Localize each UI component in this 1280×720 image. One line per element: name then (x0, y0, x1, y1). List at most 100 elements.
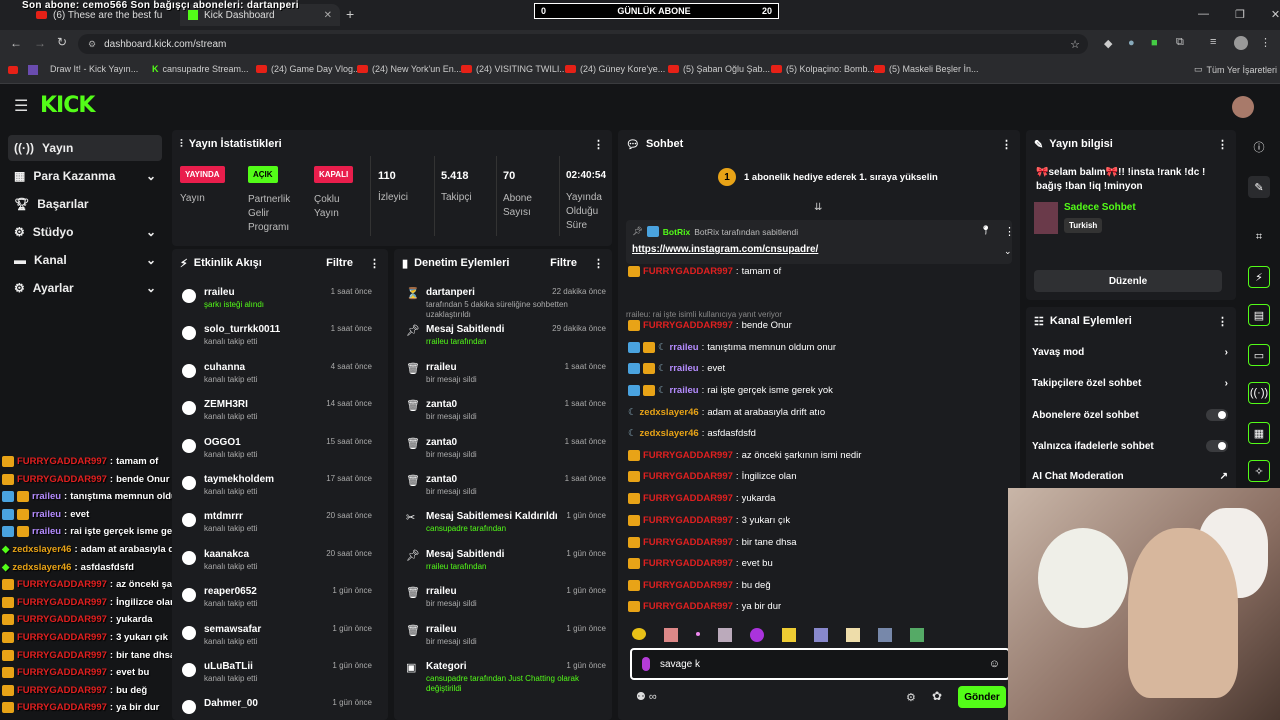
activity-item[interactable]: rraileu şarkı isteği alındı 1 saat önce (172, 283, 378, 321)
chat-username[interactable]: rraileu (670, 342, 699, 353)
moderation-item[interactable]: 🗑︎ zanta0 bir mesajı sildi 1 saat önce (394, 470, 612, 508)
moderation-item[interactable]: ✂ Mesaj Sabitlemesi Kaldırıldı cansupadre … (394, 507, 612, 545)
reload-icon[interactable]: ↻ (57, 35, 67, 49)
bookmark-item[interactable]: (24) Game Day Vlog... (256, 64, 361, 74)
emote-picker-icon[interactable]: ✿ (932, 689, 942, 703)
moderation-item[interactable]: 🗑︎ rraileu bir mesajı sildi 1 gün önce (394, 582, 612, 620)
close-tab-icon[interactable]: ✕ (324, 10, 332, 21)
grid-icon[interactable]: ▦ (1248, 422, 1270, 444)
chat-message[interactable]: FURRYGADDAR997: ya bir dur (628, 601, 781, 612)
chat-message[interactable]: FURRYGADDAR997: yukarda (628, 493, 775, 504)
crop-icon[interactable]: ⌗ (1248, 226, 1270, 248)
site-info-icon[interactable]: ⚙ (88, 39, 96, 50)
chat-input[interactable]: savage k ☺ (630, 648, 1010, 680)
subscribers-only-toggle[interactable] (1206, 409, 1228, 421)
emote-icon[interactable] (632, 628, 646, 640)
emote-icon[interactable] (814, 628, 828, 642)
moderation-item[interactable]: 🗑︎ rraileu bir mesajı sildi 1 gün önce (394, 620, 612, 658)
activity-item[interactable]: semawsafar kanalı takip etti 1 gün önce (172, 620, 378, 658)
media-icon[interactable]: ≡ (1210, 36, 1216, 48)
chat-message[interactable]: ☾ rraileu: tanıştıma memnun oldum onur (628, 342, 836, 353)
sidebar-item-para-kazanma[interactable]: ▦ Para Kazanma ⌄ (8, 163, 162, 189)
bookmark-item[interactable]: (24) Güney Kore'ye... (565, 64, 665, 74)
activity-item[interactable]: cuhanna kanalı takip etti 4 saat önce (172, 358, 378, 396)
chat-username[interactable]: FURRYGADDAR997 (643, 266, 733, 277)
chat-username[interactable]: FURRYGADDAR997 (643, 601, 733, 612)
more-icon[interactable]: ⋮ (1217, 138, 1228, 151)
chat-message[interactable]: FURRYGADDAR997: bu değ (628, 580, 771, 591)
activity-item[interactable]: reaper0652 kanalı takip etti 1 gün önce (172, 582, 378, 620)
sidebar-item-kanal[interactable]: ▬ Kanal ⌄ (8, 247, 162, 273)
chat-message[interactable]: ☾ rraileu: evet (628, 363, 725, 374)
sidebar-item-ayarlar[interactable]: ⚙ Ayarlar ⌄ (8, 275, 162, 301)
wrench-icon[interactable]: ✧ (1248, 460, 1270, 482)
moderation-item[interactable]: 🗑︎ zanta0 bir mesajı sildi 1 saat önce (394, 433, 612, 471)
chat-username[interactable]: rraileu (670, 385, 699, 396)
extension-icon-3[interactable]: ■ (1151, 37, 1158, 49)
emote-icon[interactable] (782, 628, 796, 642)
document-icon[interactable]: ▤ (1248, 304, 1270, 326)
chat-message[interactable]: ☾ zedxslayer46: adam at arabasıyla drift a… (628, 407, 825, 418)
moderation-item[interactable]: 📌︎ Mesaj Sabitlendi rraileu tarafından 29 d… (394, 320, 612, 358)
maximize-icon[interactable]: ❐ (1235, 8, 1245, 21)
channel-points-icon[interactable]: ⚉ ∞ (636, 690, 657, 703)
emote-icon[interactable] (664, 628, 678, 642)
chat-message[interactable]: FURRYGADDAR997:3 yukarı çık (628, 515, 790, 526)
chat-message[interactable]: FURRYGADDAR997: İngilizce olan (628, 471, 796, 482)
chat-username[interactable]: FURRYGADDAR997 (643, 471, 733, 482)
bookmark-item[interactable]: Kcansupadre Stream... (152, 64, 249, 74)
activity-item[interactable]: taymekholdem kanalı takip etti 17 saat önc… (172, 470, 378, 508)
chat-username[interactable]: zedxslayer46 (640, 428, 699, 439)
broadcast-icon[interactable]: ((·)) (1248, 382, 1270, 404)
hamburger-menu-icon[interactable]: ☰ (14, 96, 28, 116)
moderation-item[interactable]: ⏳ dartanperi tarafından 5 dakika süreliğin… (394, 283, 612, 321)
chat-message[interactable]: ☾ zedxslayer46: asfdasfdsfd (628, 428, 756, 439)
extensions-puzzle-icon[interactable]: ⧉ (1176, 36, 1184, 49)
chat-username[interactable]: FURRYGADDAR997 (643, 493, 733, 504)
activity-item[interactable]: mtdmrrr kanalı takip etti 20 saat önce (172, 507, 378, 545)
chat-bubble-icon[interactable]: ▭ (1248, 344, 1270, 366)
user-avatar[interactable] (1232, 96, 1254, 118)
back-icon[interactable]: ← (10, 36, 22, 50)
more-icon[interactable]: ⋮ (1001, 138, 1012, 151)
activity-item[interactable]: Dahmer_00 1 gün önce (172, 694, 378, 720)
chat-message[interactable]: FURRYGADDAR997: bende Onur (628, 320, 792, 331)
emote-icon[interactable] (750, 628, 764, 642)
more-icon[interactable]: ⋮ (1217, 315, 1228, 328)
bookmark-item[interactable]: (5) Maskeli Beşler İn... (874, 64, 979, 74)
chat-message[interactable]: ☾ rraileu: rai işte gerçek isme gerek yok (628, 385, 833, 396)
url-field[interactable]: ⚙ dashboard.kick.com/stream ☆ (78, 34, 1088, 54)
moderation-item[interactable]: ▣ Kategori cansupadre tarafından Just Chat… (394, 657, 612, 695)
info-icon[interactable]: ⓘ (1248, 136, 1270, 158)
chat-username[interactable]: FURRYGADDAR997 (643, 558, 733, 569)
activity-item[interactable]: solo_turrkk0011 kanalı takip etti 1 saat ö… (172, 320, 378, 358)
moderation-item[interactable]: 🗑︎ rraileu bir mesajı sildi 1 saat önce (394, 358, 612, 396)
minimize-icon[interactable]: — (1198, 8, 1209, 21)
bookmark-item[interactable]: (24) New York'un En... (357, 64, 461, 74)
kick-logo[interactable]: KICK (40, 93, 95, 118)
chat-username[interactable]: FURRYGADDAR997 (643, 515, 733, 526)
emote-icon[interactable] (878, 628, 892, 642)
extension-icon[interactable]: ◆ (1104, 37, 1112, 50)
more-icon[interactable]: ⋮ (369, 257, 380, 270)
forward-icon[interactable]: → (34, 36, 46, 50)
filter-button[interactable]: Filtre (326, 257, 353, 269)
chevron-down-icon[interactable]: ⌄ (1004, 246, 1012, 257)
emote-icon[interactable] (718, 628, 732, 642)
slow-mode-row[interactable]: Yavaş mod › (1032, 347, 1228, 358)
filter-button[interactable]: Filtre (550, 257, 577, 269)
extension-icon-2[interactable]: ● (1128, 37, 1135, 49)
ai-moderation-row[interactable]: AI Chat Moderation ↗ (1032, 471, 1228, 482)
chat-message[interactable]: FURRYGADDAR997: bir tane dhsa (628, 537, 797, 548)
gift-banner[interactable]: 1 1 abonelik hediye ederek 1. sıraya yük… (718, 168, 938, 186)
sidebar-item-studyo[interactable]: ⚙ Stüdyo ⌄ (8, 219, 162, 245)
lightning-icon[interactable]: ⚡︎ (1248, 266, 1270, 288)
sidebar-item-basarilar[interactable]: 🏆︎ Başarılar (8, 191, 162, 217)
moderation-item[interactable]: 📌︎ Mesaj Sabitlendi rraileu tarafından 1 gü… (394, 545, 612, 583)
edit-button[interactable]: Düzenle (1034, 270, 1222, 292)
chat-username[interactable]: FURRYGADDAR997 (643, 450, 733, 461)
profile-avatar[interactable] (1234, 36, 1248, 50)
more-icon[interactable]: ⋮ (1004, 225, 1015, 238)
chat-message[interactable]: FURRYGADDAR997: evet bu (628, 558, 773, 569)
bookmark-star-icon[interactable]: ☆ (1070, 38, 1080, 51)
